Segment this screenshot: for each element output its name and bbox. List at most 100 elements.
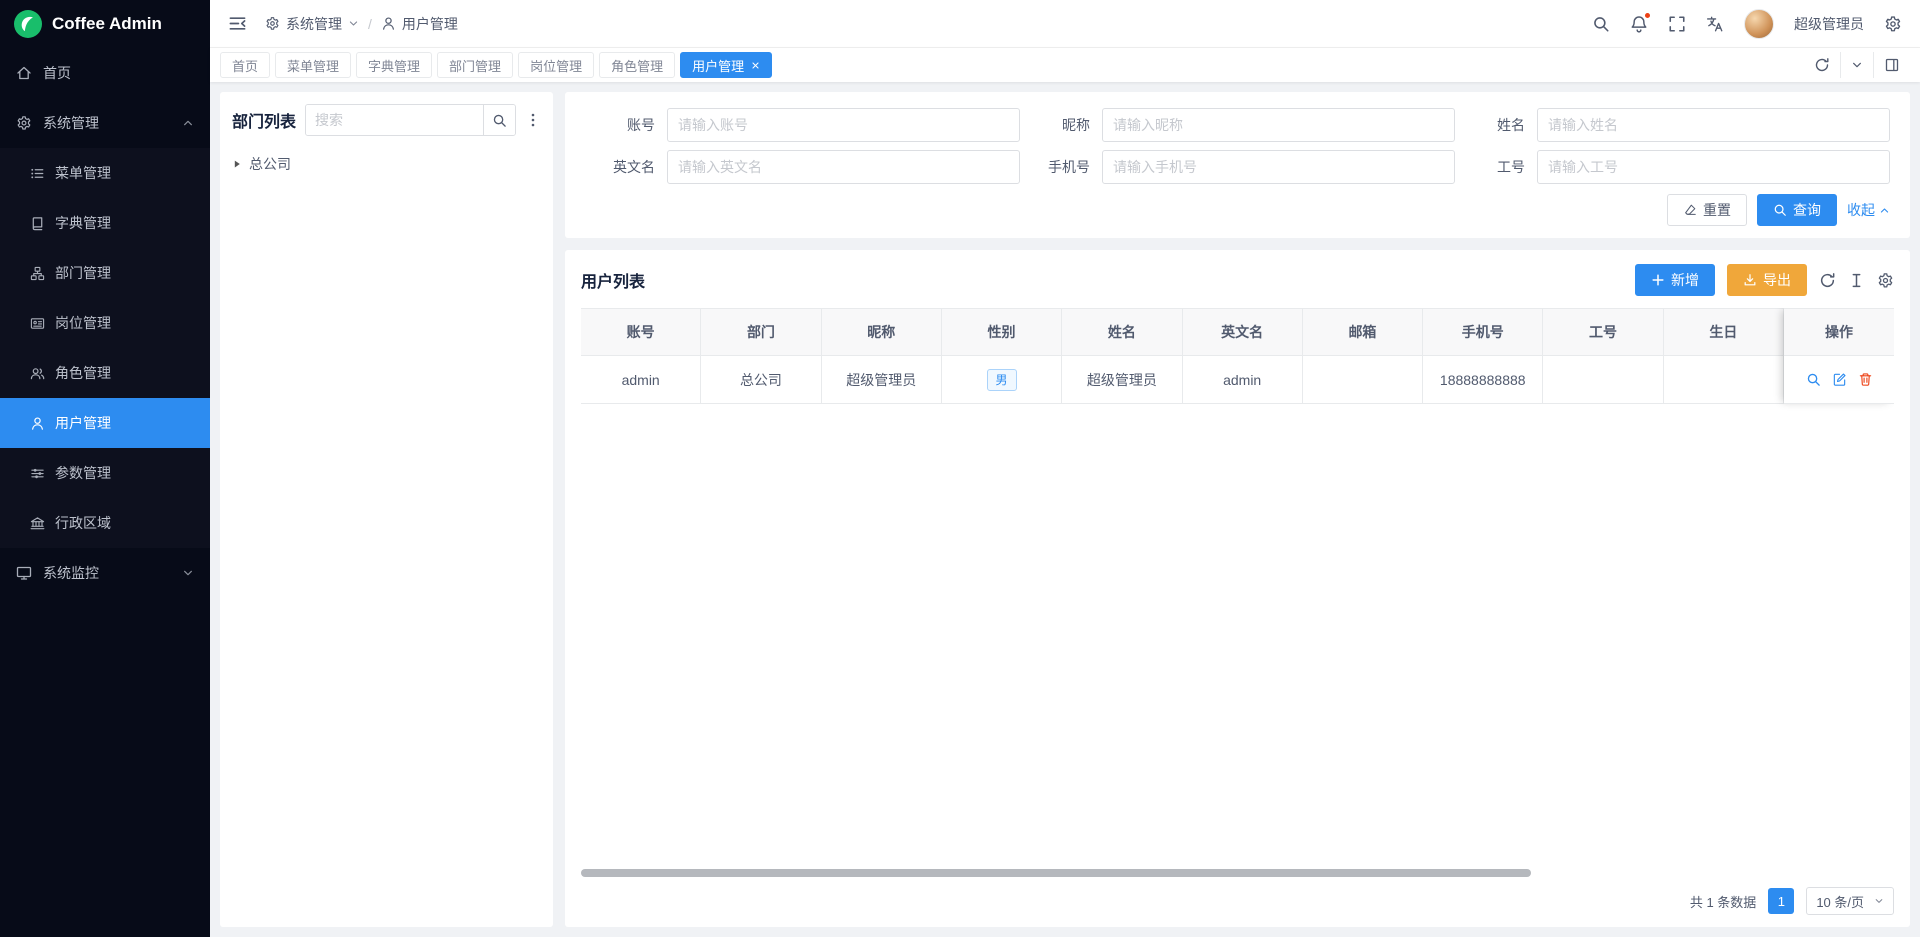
- column-header-nickname: 昵称: [822, 308, 942, 356]
- sidebar-item-admin-region[interactable]: 行政区域: [0, 498, 210, 548]
- tab-actions-chevron-icon[interactable]: [1840, 52, 1873, 78]
- form-item-job-number: 工号: [1455, 150, 1890, 184]
- column-header-gender: 性别: [942, 308, 1062, 356]
- tab-dict-management[interactable]: 字典管理: [356, 52, 432, 78]
- scrollbar-thumb[interactable]: [581, 869, 1531, 877]
- pagination-total: 共 1 条数据: [1690, 892, 1756, 911]
- export-button[interactable]: 导出: [1727, 264, 1807, 296]
- sidebar-item-role-management[interactable]: 角色管理: [0, 348, 210, 398]
- sidebar-item-param-management[interactable]: 参数管理: [0, 448, 210, 498]
- list-icon: [30, 166, 45, 181]
- app-root: Coffee Admin 首页 系统管理 菜单管理 字典管理: [0, 0, 1920, 937]
- download-icon: [1743, 273, 1757, 287]
- phone-input[interactable]: [1102, 150, 1455, 184]
- column-settings-icon[interactable]: [1848, 272, 1865, 289]
- tab-tools: [1804, 48, 1910, 82]
- user-list-actions: 新增 导出: [1635, 264, 1894, 296]
- job-number-input[interactable]: [1537, 150, 1890, 184]
- sidebar-item-user-management[interactable]: 用户管理: [0, 398, 210, 448]
- breadcrumb-label: 用户管理: [402, 14, 458, 34]
- collapse-form-link[interactable]: 收起: [1847, 200, 1890, 220]
- tree-node-root[interactable]: 总公司: [232, 152, 541, 176]
- main-column: 系统管理 / 用户管理 超级管理员 首页 菜: [210, 0, 1920, 937]
- name-input[interactable]: [1537, 108, 1890, 142]
- sidebar-item-post-management[interactable]: 岗位管理: [0, 298, 210, 348]
- tab-post-management[interactable]: 岗位管理: [518, 52, 594, 78]
- sidebar-item-system-monitor[interactable]: 系统监控: [0, 548, 210, 598]
- tab-user-management[interactable]: 用户管理: [680, 52, 772, 78]
- refresh-tab-icon[interactable]: [1804, 52, 1840, 78]
- sidebar-menu: 首页 系统管理 菜单管理 字典管理 部门管理: [0, 48, 210, 937]
- tab-menu-management[interactable]: 菜单管理: [275, 52, 351, 78]
- horizontal-scrollbar: [581, 869, 1784, 877]
- layout-icon[interactable]: [1873, 52, 1910, 78]
- sidebar-item-label: 角色管理: [55, 363, 111, 383]
- users-icon: [30, 366, 45, 381]
- delete-icon[interactable]: [1858, 372, 1873, 387]
- tab-role-management[interactable]: 角色管理: [599, 52, 675, 78]
- table-scroll-area: 账号 部门 昵称 性别 姓名 英文名 邮箱 手机号 工号 生日: [581, 308, 1784, 404]
- notification-bell-icon[interactable]: [1630, 15, 1648, 33]
- translate-icon[interactable]: [1706, 15, 1724, 33]
- close-icon[interactable]: [751, 61, 760, 70]
- username[interactable]: 超级管理员: [1794, 14, 1864, 34]
- page-number-button[interactable]: 1: [1768, 888, 1794, 914]
- content-area: 部门列表 总公司: [210, 82, 1920, 937]
- column-header-operations: 操作: [1784, 308, 1894, 356]
- breadcrumb-system-management[interactable]: 系统管理: [265, 14, 359, 34]
- sidebar-item-dict-management[interactable]: 字典管理: [0, 198, 210, 248]
- account-input[interactable]: [667, 108, 1020, 142]
- view-icon[interactable]: [1806, 372, 1821, 387]
- nickname-label: 昵称: [1020, 115, 1102, 135]
- page-size-select[interactable]: 10 条/页: [1806, 887, 1894, 915]
- sidebar-item-menu-management[interactable]: 菜单管理: [0, 148, 210, 198]
- department-panel-title: 部门列表: [232, 108, 296, 132]
- fullscreen-icon[interactable]: [1668, 15, 1686, 33]
- notification-badge: [1644, 12, 1651, 19]
- breadcrumb: 系统管理 / 用户管理: [265, 14, 458, 34]
- english-name-input[interactable]: [667, 150, 1020, 184]
- add-user-button[interactable]: 新增: [1635, 264, 1715, 296]
- sidebar-item-label: 系统管理: [43, 113, 99, 133]
- sidebar-item-dept-management[interactable]: 部门管理: [0, 248, 210, 298]
- table-header-row: 账号 部门 昵称 性别 姓名 英文名 邮箱 手机号 工号 生日: [581, 308, 1784, 356]
- cell-birthday: [1664, 356, 1784, 404]
- settings-gear-icon[interactable]: [1884, 15, 1902, 33]
- caret-right-icon[interactable]: [232, 159, 242, 169]
- gender-tag: 男: [987, 369, 1017, 391]
- column-header-department: 部门: [701, 308, 821, 356]
- gear-icon: [16, 115, 32, 131]
- bank-icon: [30, 516, 45, 531]
- cell-job-number: [1543, 356, 1663, 404]
- table-settings-gear-icon[interactable]: [1877, 272, 1894, 289]
- department-search-input[interactable]: [306, 105, 483, 135]
- cell-account: admin: [581, 356, 701, 404]
- department-search-button[interactable]: [483, 105, 515, 135]
- cell-nickname: 超级管理员: [822, 356, 942, 404]
- breadcrumb-separator: /: [368, 16, 372, 32]
- query-button[interactable]: 查询: [1757, 194, 1837, 226]
- job-number-label: 工号: [1455, 157, 1537, 177]
- collapse-sidebar-icon[interactable]: [228, 14, 247, 33]
- reset-button[interactable]: 重置: [1667, 194, 1747, 226]
- cell-phone: 18888888888: [1423, 356, 1543, 404]
- refresh-table-icon[interactable]: [1819, 272, 1836, 289]
- tab-home[interactable]: 首页: [220, 52, 270, 78]
- sidebar-item-home[interactable]: 首页: [0, 48, 210, 98]
- cell-gender: 男: [942, 356, 1062, 404]
- tab-dept-management[interactable]: 部门管理: [437, 52, 513, 78]
- nickname-input[interactable]: [1102, 108, 1455, 142]
- cell-email: [1303, 356, 1423, 404]
- sidebar-item-label: 用户管理: [55, 413, 111, 433]
- coffee-logo-icon: [14, 10, 42, 38]
- avatar[interactable]: [1744, 9, 1774, 39]
- app-title: Coffee Admin: [52, 14, 162, 34]
- name-label: 姓名: [1455, 115, 1537, 135]
- department-panel: 部门列表 总公司: [220, 92, 553, 927]
- breadcrumb-user-management[interactable]: 用户管理: [381, 14, 458, 34]
- department-tree: 总公司: [232, 152, 541, 176]
- more-options-icon[interactable]: [525, 112, 541, 128]
- sidebar-item-system-management[interactable]: 系统管理: [0, 98, 210, 148]
- search-icon[interactable]: [1592, 15, 1610, 33]
- edit-icon[interactable]: [1832, 372, 1847, 387]
